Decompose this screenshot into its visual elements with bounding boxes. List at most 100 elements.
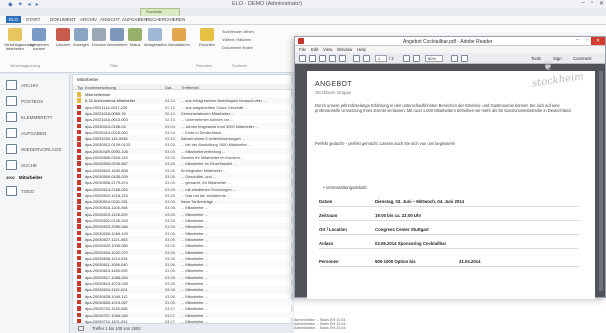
- tab-start[interactable]: START: [26, 17, 40, 22]
- close-icon[interactable]: ✕: [591, 37, 605, 45]
- row-hit-text: ... Mitarbeiter ...: [181, 262, 209, 268]
- col-date[interactable]: Dat..: [165, 85, 173, 90]
- find-documents[interactable]: Dokumente finden: [222, 46, 253, 50]
- row-date: 03.05.: [165, 218, 176, 223]
- pdf-icon: [77, 167, 81, 173]
- row-hit-text: ... Mitarbeiter ...: [181, 299, 209, 305]
- menu-edit[interactable]: Edit: [311, 47, 318, 52]
- refresh-button[interactable]: Aktualisieren: [168, 28, 190, 47]
- status-button[interactable]: Status: [124, 28, 146, 47]
- tab-elo[interactable]: ELO: [6, 16, 22, 23]
- row-name: dpa-20030414-0106-04: [85, 123, 126, 129]
- row-hit-text: ... aus erfolgreichem Betriebsjahr herau…: [181, 98, 267, 104]
- zoom-select[interactable]: 80%: [425, 55, 443, 62]
- zoom-out-icon[interactable]: [403, 55, 410, 62]
- minimize-icon[interactable]: –: [581, 0, 584, 7]
- pdf-icon: [77, 230, 81, 236]
- row-hit-text: ... Mitarbeiter ...: [181, 205, 209, 211]
- col-name[interactable]: Kurzbezeichnung: [85, 85, 116, 90]
- zoom-in-icon[interactable]: [413, 55, 420, 62]
- row-hit-text: ... Mitarbeiter ...: [181, 287, 209, 293]
- read-mode-icon[interactable]: [461, 55, 468, 62]
- row-name: dpa-20030604-1022-070: [85, 249, 128, 255]
- prev-page-icon[interactable]: [353, 55, 360, 62]
- vertical-scrollbar[interactable]: [599, 71, 603, 291]
- tools-button[interactable]: Tools: [531, 56, 541, 61]
- fit-page-icon[interactable]: [451, 55, 458, 62]
- sign-button[interactable]: Sign: [553, 56, 562, 61]
- menu-help[interactable]: Help: [357, 47, 366, 52]
- nav-klemmbrett[interactable]: KLEMMBRETT: [6, 110, 68, 124]
- minimize-icon[interactable]: –: [576, 37, 579, 43]
- open-search-window[interactable]: Suchfenster öffnen: [222, 30, 254, 34]
- next-page-icon[interactable]: [363, 55, 370, 62]
- row-date: 03.06.: [165, 255, 176, 261]
- save-icon[interactable]: [319, 55, 326, 62]
- email-icon[interactable]: [339, 55, 346, 62]
- row-name: dpa-20021016-0013-003: [85, 117, 128, 123]
- row-hit-text: ... Jahren insgesamt rund 3000 Mitarbeit…: [181, 123, 259, 129]
- pdf-icon: [77, 262, 81, 267]
- open-icon[interactable]: [299, 55, 306, 62]
- adobe-window-title: Angebot Cocktailbar.pdf - Adobe Reader: [403, 38, 493, 45]
- nav-search-result-mitarbeiter[interactable]: 3902 Mitarbeiter: [6, 170, 68, 184]
- nav-wiedervorlage[interactable]: WIEDERVORLAGE: [6, 142, 68, 156]
- row-hit-text: ... Das hat der anhaltende ...: [181, 192, 231, 198]
- menu-file[interactable]: File: [299, 47, 306, 52]
- star-icon: [200, 28, 214, 41]
- metadata-icon: [8, 28, 22, 41]
- row-date: 03.05.: [165, 205, 176, 211]
- row-name: dpa-20030510-1018-215: [85, 192, 128, 198]
- pdf-icon: [77, 318, 81, 324]
- search-records-button[interactable]: Aufnahmen suchen: [28, 28, 50, 51]
- pdf-icon: [77, 243, 81, 248]
- col-hit[interactable]: Trefferbild: [181, 85, 199, 90]
- close-icon[interactable]: ✕: [599, 0, 604, 7]
- pdf-icon: [77, 117, 81, 122]
- page-number-input[interactable]: 1: [375, 55, 387, 62]
- create-icon[interactable]: [309, 55, 316, 62]
- filing-button[interactable]: Ablagestation: [144, 28, 167, 47]
- row-date: 03.06.: [165, 249, 176, 255]
- pdf-icon: [77, 249, 81, 254]
- tab-archiv[interactable]: ARCHIV: [80, 17, 97, 22]
- row-hit-text: ... Mitarbeiter ...: [181, 306, 209, 312]
- favorites-button[interactable]: Favoriten: [196, 28, 218, 47]
- nav-todo[interactable]: TODO: [6, 184, 68, 198]
- restore-icon[interactable]: ▫: [591, 0, 593, 7]
- tab-ansicht[interactable]: ANSICHT: [100, 17, 120, 22]
- page-total: / 2: [389, 56, 394, 61]
- nav-postbox[interactable]: POSTBOX: [6, 94, 68, 108]
- tab-dokument[interactable]: DOKUMENT: [50, 17, 76, 22]
- row-hit-text: ... Mitarbeiter ...: [181, 224, 209, 230]
- print-icon[interactable]: [329, 55, 336, 62]
- maximize-icon[interactable]: ▫: [586, 37, 588, 43]
- filing-icon: [148, 28, 162, 41]
- search-count-label: 3902: [6, 174, 15, 180]
- tab-recherchieren[interactable]: RECHERCHIEREN: [146, 17, 185, 22]
- row-name: dpa-20030509-0435-029: [85, 173, 128, 179]
- row-name: dpa-20021114-0247-226: [85, 104, 128, 110]
- nav-aufgaben[interactable]: AUFGABEN: [6, 126, 68, 140]
- row-hit-text: Neue Tarifverträge ...: [181, 199, 218, 205]
- adobe-logo-icon: [298, 38, 304, 44]
- fulltext-toggle[interactable]: Volltext: Häkchen: [222, 38, 251, 42]
- nav-archiv[interactable]: ARCHIV: [6, 78, 68, 92]
- row-date: 03.05.: [165, 243, 176, 249]
- comment-button[interactable]: Comment: [573, 56, 592, 61]
- tab-aufgaben[interactable]: AUFGABEN: [122, 17, 147, 22]
- row-hit-text: Aktuell nimmt 5 Unterbewertungen ...: [181, 136, 246, 142]
- forward-icon[interactable]: ▸: [36, 1, 39, 8]
- edit-metadata-button[interactable]: Verschlagwortung bearbeiten: [4, 28, 34, 51]
- menu-window[interactable]: Window: [337, 47, 352, 52]
- star-icon[interactable]: ✦: [18, 1, 23, 8]
- menu-view[interactable]: View: [323, 47, 332, 52]
- row-hit-text: ... Mitarbeiter ...: [181, 218, 209, 223]
- col-type[interactable]: Typ: [77, 85, 83, 90]
- detail-row-location: Ort / Location Congress Center Stuttgart: [319, 225, 579, 235]
- back-icon[interactable]: ◂: [28, 1, 31, 8]
- search-icon: [6, 160, 17, 170]
- pdf-icon: [77, 104, 81, 110]
- page-nav-icon[interactable]: [78, 326, 84, 331]
- view-icon: [74, 28, 88, 41]
